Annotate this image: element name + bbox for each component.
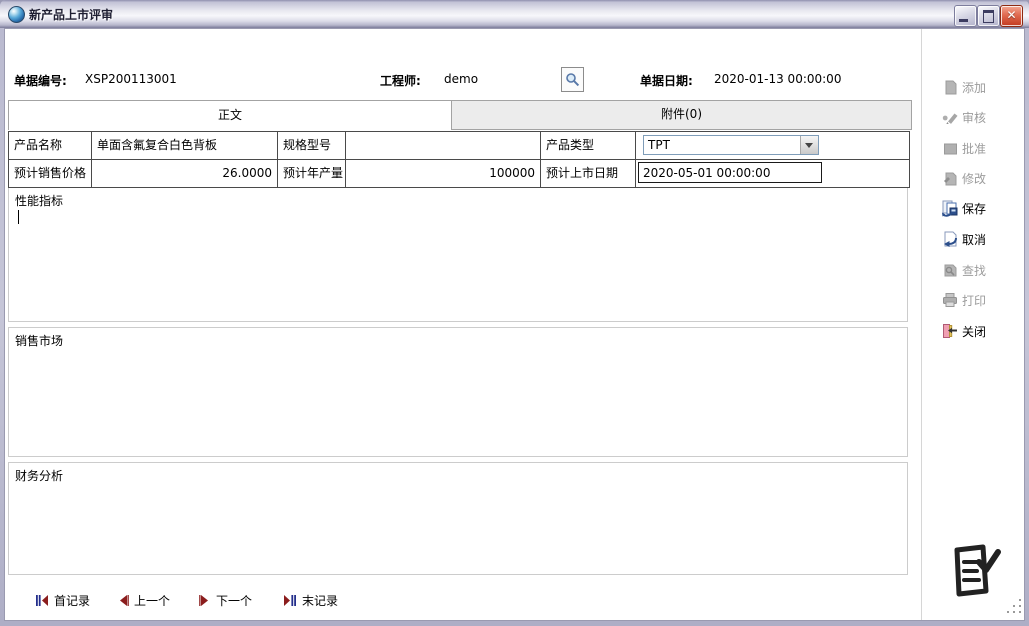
- price-field[interactable]: 26.0000: [92, 160, 278, 187]
- next-record-button[interactable]: 下一个: [199, 591, 252, 609]
- doc-no-label: 单据编号:: [14, 72, 67, 89]
- last-record-icon: [283, 594, 297, 607]
- doc-date-label: 单据日期:: [640, 72, 693, 89]
- find-button: 查找: [941, 258, 1023, 282]
- resize-grip[interactable]: [1007, 599, 1023, 615]
- minimize-button[interactable]: [954, 5, 977, 27]
- combo-dropdown-button[interactable]: [800, 136, 818, 154]
- tab-attachments[interactable]: 附件(0): [451, 100, 912, 130]
- next-record-label: 下一个: [216, 592, 252, 609]
- finance-section[interactable]: 财务分析: [8, 462, 908, 575]
- add-button: 添加: [941, 75, 1023, 99]
- window-title: 新产品上市评审: [29, 6, 113, 23]
- close-form-button[interactable]: 关闭: [941, 319, 1023, 343]
- save-button[interactable]: 保存: [941, 196, 1023, 220]
- globe-icon: [8, 6, 25, 23]
- doc-no-value: XSP200113001: [85, 72, 177, 86]
- panel-divider: [921, 29, 922, 620]
- prev-record-label: 上一个: [134, 592, 170, 609]
- modify-icon: [941, 169, 959, 187]
- product-type-label: 产品类型: [541, 132, 636, 160]
- spec-label: 规格型号: [278, 132, 346, 160]
- titlebar[interactable]: 新产品上市评审 ✕: [0, 0, 1029, 28]
- launch-date-label: 预计上市日期: [541, 160, 636, 187]
- engineer-value: demo: [444, 72, 478, 86]
- first-record-label: 首记录: [54, 592, 90, 609]
- first-record-icon: [35, 594, 49, 607]
- product-name-field[interactable]: 单面含氟复合白色背板: [92, 132, 278, 160]
- spec-field[interactable]: [346, 132, 541, 160]
- app-window: 新产品上市评审 ✕ 单据编号: XSP200113001 工程师: demo 单…: [0, 0, 1029, 626]
- chevron-down-icon: [805, 143, 813, 148]
- price-label: 预计销售价格: [9, 160, 92, 187]
- product-type-cell: TPT: [636, 132, 909, 160]
- last-record-label: 末记录: [302, 592, 338, 609]
- approve-icon: [941, 139, 959, 157]
- find-icon: [941, 261, 959, 279]
- last-record-button[interactable]: 末记录: [283, 591, 338, 609]
- finance-label: 财务分析: [15, 467, 63, 484]
- print-button: 打印: [941, 288, 1023, 312]
- doc-date-value: 2020-01-13 00:00:00: [714, 72, 841, 86]
- performance-section[interactable]: 性能指标: [8, 188, 908, 322]
- launch-date-cell: [636, 160, 909, 187]
- product-type-select[interactable]: TPT: [643, 135, 819, 155]
- search-icon: [565, 72, 580, 87]
- launch-date-input[interactable]: [638, 162, 822, 183]
- stamp-icon: [946, 541, 1002, 601]
- volume-field[interactable]: 100000: [346, 160, 541, 187]
- cancel-button[interactable]: 取消: [941, 227, 1023, 251]
- engineer-search-button[interactable]: [561, 67, 584, 92]
- maximize-button[interactable]: [977, 5, 1000, 27]
- audit-button: 审核: [941, 105, 1023, 129]
- first-record-button[interactable]: 首记录: [35, 591, 90, 609]
- market-label: 销售市场: [15, 332, 63, 349]
- text-cursor: [18, 210, 19, 224]
- audit-icon: [941, 108, 959, 126]
- save-icon: [941, 199, 959, 217]
- engineer-label: 工程师:: [380, 72, 421, 89]
- product-type-value: TPT: [648, 138, 670, 152]
- product-form-table: 产品名称 单面含氟复合白色背板 规格型号 产品类型 TPT 预计销售价格 26.…: [8, 131, 910, 188]
- prev-record-button[interactable]: 上一个: [117, 591, 170, 609]
- print-icon: [941, 291, 959, 309]
- performance-label: 性能指标: [15, 192, 63, 209]
- cancel-icon: [941, 230, 959, 248]
- next-record-icon: [199, 594, 211, 607]
- market-section[interactable]: 销售市场: [8, 327, 908, 457]
- add-icon: [941, 78, 959, 96]
- tab-main[interactable]: 正文: [8, 100, 452, 130]
- approve-button: 批准: [941, 136, 1023, 160]
- prev-record-icon: [117, 594, 129, 607]
- close-form-icon: [941, 322, 959, 340]
- product-name-label: 产品名称: [9, 132, 92, 160]
- close-button[interactable]: ✕: [1000, 5, 1023, 27]
- modify-button: 修改: [941, 166, 1023, 190]
- volume-label: 预计年产量: [278, 160, 346, 187]
